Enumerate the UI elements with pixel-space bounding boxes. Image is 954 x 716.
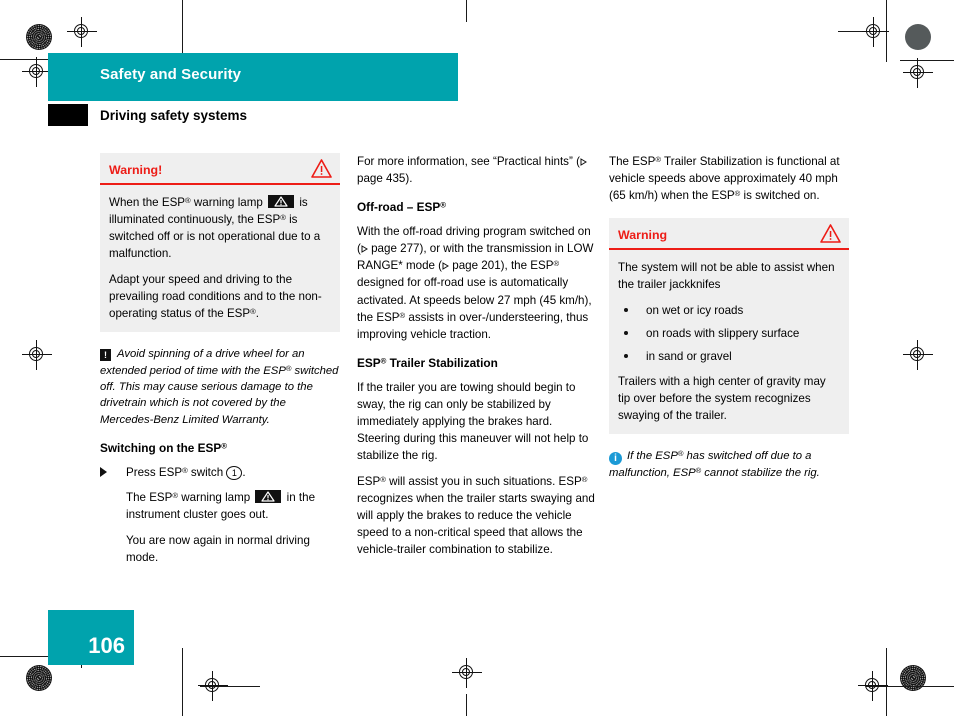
registration-crosshair-icon: [198, 671, 228, 701]
content-column-middle: For more information, see “Practical hin…: [357, 153, 597, 558]
procedure-result: The ESP® warning lamp in the instrument …: [100, 489, 340, 523]
text-run: For more information, see “Practical hin…: [357, 155, 580, 168]
heading-offroad-esp: Off-road – ESP®: [357, 199, 597, 216]
callout-number: 1: [226, 466, 243, 481]
registered-mark: ®: [553, 259, 560, 269]
text-run: If the ESP: [627, 450, 678, 463]
text-run: switch: [187, 466, 227, 480]
crop-mark-line: [466, 0, 467, 22]
note-esp-malfunction: i If the ESP® has switched off due to a m…: [609, 448, 849, 481]
offroad-paragraph: With the off-road driving program switch…: [357, 223, 597, 342]
text-run: When the ESP: [109, 196, 186, 209]
crop-mark-line: [838, 31, 862, 32]
warning-paragraph: The system will not be able to assist wh…: [618, 261, 835, 292]
halftone-registration-dot: [900, 665, 926, 691]
page-reference[interactable]: page 277: [371, 242, 419, 255]
intro-paragraph: For more information, see “Practical hin…: [357, 153, 597, 187]
registered-mark: ®: [581, 474, 588, 484]
text-run: Adapt your speed and driving to the prev…: [109, 273, 322, 321]
registration-crosshair-icon: [22, 340, 52, 370]
registration-crosshair-icon: [903, 340, 933, 370]
text-run: The ESP: [126, 491, 173, 505]
crop-mark-line: [182, 648, 183, 716]
section-tab-marker: [48, 104, 88, 126]
list-item: on wet or icy roads: [622, 302, 840, 319]
warning-bullet-list: on wet or icy roads on roads with slippe…: [618, 302, 840, 365]
text-run: warning lamp: [190, 196, 267, 209]
content-column-right: The ESP® Trailer Stabilization is functi…: [609, 153, 849, 482]
warning-title: Warning: [618, 228, 668, 243]
page-number-box: 106: [48, 610, 134, 665]
text-run: Press ESP: [126, 466, 183, 480]
page-number: 106: [88, 633, 125, 658]
warning-paragraph: Adapt your speed and driving to the prev…: [109, 271, 331, 322]
warning-title: Warning!: [109, 163, 163, 177]
warning-box-body: When the ESP® warning lamp is illuminate…: [100, 185, 340, 332]
registration-crosshair-icon: [67, 17, 97, 47]
trailer-paragraph: ESP ® will assist you in such situations.…: [357, 473, 597, 558]
text-run: Trailer Stabilization: [386, 355, 498, 370]
crop-mark-line: [466, 694, 467, 716]
page-reference-arrow-icon: [442, 258, 450, 271]
procedure-result: You are now again in normal driving mode…: [126, 533, 310, 564]
registration-crosshair-icon: [903, 58, 933, 88]
exclamation-box-icon: !: [100, 349, 111, 362]
crop-mark-line: [182, 0, 183, 56]
step-arrow-icon: [100, 467, 107, 478]
procedure-step: Press ESP® switch 1.: [100, 464, 340, 481]
text-run: ESP: [357, 355, 381, 370]
text-run: ESP: [357, 475, 381, 489]
warning-box-esp-lamp: Warning! When the ESP® warning lamp is i…: [100, 153, 340, 333]
solid-registration-dot: [905, 24, 931, 50]
heading-switching-on-esp: Switching on the ESP®: [100, 440, 340, 457]
esp-warning-lamp-icon: [255, 490, 282, 504]
trailer-speed-paragraph: The ESP® Trailer Stabilization is functi…: [609, 153, 849, 204]
registration-crosshair-icon: [859, 17, 889, 47]
text-run: Off-road – ESP: [357, 200, 441, 215]
esp-warning-lamp-icon: [268, 195, 295, 208]
page-reference-arrow-icon: [580, 154, 587, 166]
trailer-paragraph: If the trailer you are towing should beg…: [357, 380, 589, 463]
warning-paragraph: When the ESP® warning lamp is illuminate…: [109, 194, 331, 262]
page-reference[interactable]: page 435: [357, 172, 405, 185]
text-run: Avoid spinning of a drive wheel for an e…: [100, 348, 305, 377]
text-run: The ESP: [609, 155, 656, 168]
note-avoid-wheel-spin: ! Avoid spinning of a drive wheel for an …: [100, 346, 340, 428]
text-run: cannot stabilize the rig.: [701, 467, 820, 480]
registered-mark: ®: [440, 200, 446, 210]
text-run: Switching on the ESP: [100, 441, 222, 456]
warning-box-header: Warning: [609, 218, 849, 251]
registration-crosshair-icon: [452, 658, 482, 688]
text-run: will assist you in such situations. ESP: [385, 475, 582, 489]
content-column-left: Warning! When the ESP® warning lamp is i…: [100, 153, 340, 574]
warning-triangle-icon: [820, 224, 841, 243]
warning-paragraph: Trailers with a high center of gravity m…: [618, 375, 826, 423]
chapter-header-band: Safety and Security: [48, 53, 458, 101]
text-run: is switched on.: [740, 189, 820, 203]
warning-box-header: Warning!: [100, 153, 340, 185]
heading-esp-trailer-stabilization: ESP® Trailer Stabilization: [357, 355, 597, 372]
list-item: in sand or gravel: [622, 348, 840, 365]
warning-box-body: The system will not be able to assist wh…: [609, 250, 849, 434]
warning-box-trailer-jackknife: Warning The system will not be able to a…: [609, 218, 849, 435]
text-run: .: [242, 466, 246, 480]
section-title: Driving safety systems: [100, 108, 248, 123]
warning-triangle-icon: [311, 159, 332, 178]
text-run: .: [255, 307, 260, 321]
halftone-registration-dot: [26, 665, 52, 691]
list-item: on roads with slippery surface: [622, 325, 840, 342]
halftone-registration-dot: [26, 24, 52, 50]
page-reference-arrow-icon: [361, 241, 368, 254]
text-run: warning lamp: [178, 491, 254, 505]
text-run: ).: [405, 172, 413, 186]
page-reference[interactable]: page 201: [452, 259, 500, 272]
info-circle-icon: i: [609, 452, 622, 466]
text-run: ), the ESP: [500, 259, 554, 273]
text-run: recognizes when the trailer starts swayi…: [357, 492, 595, 557]
chapter-title: Safety and Security: [100, 66, 242, 83]
registration-crosshair-icon: [858, 671, 888, 701]
registered-mark: ®: [221, 441, 227, 451]
